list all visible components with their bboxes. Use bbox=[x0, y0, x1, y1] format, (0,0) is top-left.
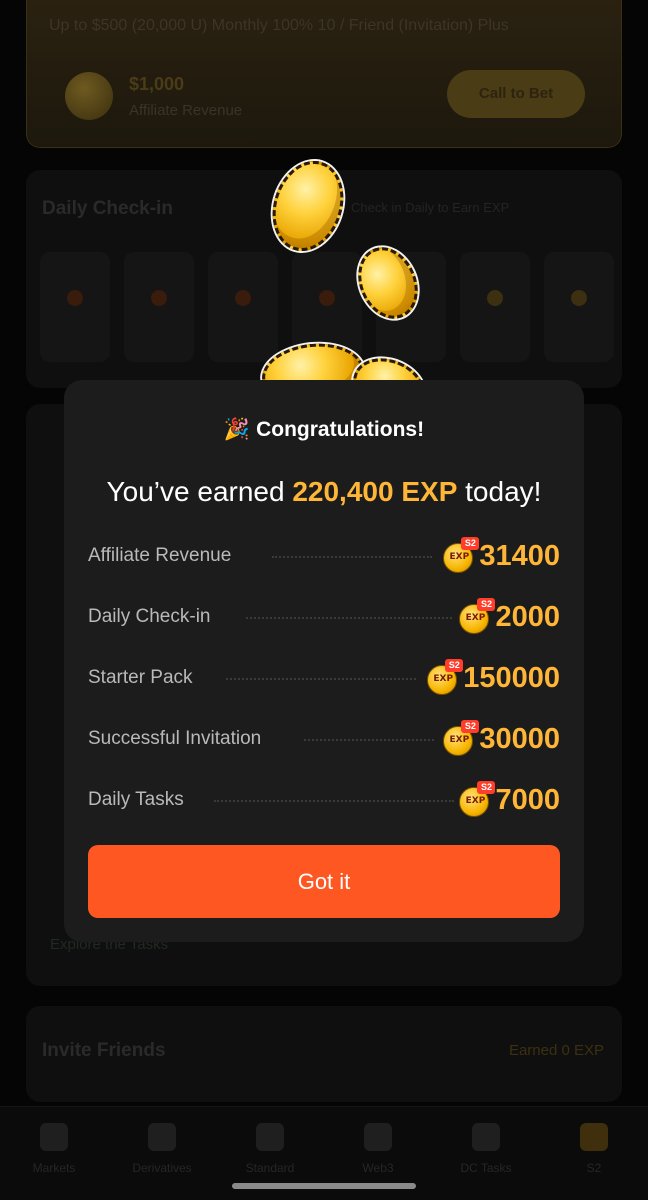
modal-title-text: Congratulations! bbox=[256, 418, 425, 441]
dotted-leader bbox=[226, 678, 416, 680]
reward-amount: EXP S2 30000 bbox=[443, 719, 560, 759]
invite-title: Invite Friends bbox=[42, 1040, 166, 1061]
ticket-icon bbox=[580, 1123, 608, 1151]
nav-item-derivatives[interactable]: Derivatives bbox=[108, 1107, 216, 1200]
reward-amount: EXP S2 31400 bbox=[443, 536, 560, 576]
reward-row: Starter Pack EXP S2 150000 bbox=[88, 658, 560, 698]
gift-icon bbox=[472, 1123, 500, 1151]
banner-subtitle: Affiliate Revenue bbox=[129, 102, 243, 119]
reward-value: 30000 bbox=[479, 722, 560, 755]
affiliate-banner: Up to $500 (20,000 U) Monthly 100% 10 / … bbox=[26, 0, 622, 148]
flame-icon bbox=[319, 290, 335, 306]
coin-icon bbox=[487, 290, 503, 306]
checkin-day bbox=[544, 252, 614, 362]
invite-card: Invite Friends Earned 0 EXP bbox=[26, 1006, 622, 1102]
nav-label: DC Tasks bbox=[460, 1161, 512, 1175]
nav-label: Derivatives bbox=[132, 1161, 192, 1175]
reward-amount: EXP S2 150000 bbox=[427, 658, 560, 698]
invite-earned: Earned 0 EXP bbox=[508, 1042, 604, 1059]
banner-text: Up to $500 (20,000 U) Monthly 100% 10 / … bbox=[49, 17, 509, 34]
reward-value: 150000 bbox=[463, 661, 560, 694]
markets-icon bbox=[40, 1123, 68, 1151]
nav-label: S2 bbox=[586, 1161, 602, 1175]
reward-label: Starter Pack bbox=[88, 667, 193, 688]
reward-label: Daily Check-in bbox=[88, 606, 211, 627]
exp-coin-icon: EXP S2 bbox=[443, 720, 480, 756]
checkin-title: Daily Check-in bbox=[42, 198, 173, 219]
nav-item-s2[interactable]: S2 bbox=[540, 1107, 648, 1200]
nav-label: Markets bbox=[32, 1161, 76, 1175]
exp-coin-icon: EXP S2 bbox=[459, 598, 496, 634]
got-it-button[interactable]: Got it bbox=[88, 845, 560, 918]
dotted-leader bbox=[272, 556, 432, 558]
flame-icon bbox=[151, 290, 167, 306]
banner-amount: $1,000 bbox=[129, 74, 185, 94]
dotted-leader bbox=[246, 617, 452, 619]
checkin-day bbox=[460, 252, 530, 362]
exp-coin-icon: EXP S2 bbox=[427, 659, 464, 695]
exp-coin-icon: EXP S2 bbox=[459, 781, 496, 817]
reward-value: 31400 bbox=[479, 539, 560, 572]
checkin-day bbox=[124, 252, 194, 362]
web3-icon bbox=[364, 1123, 392, 1151]
reward-label: Successful Invitation bbox=[88, 728, 262, 749]
headline-suffix: today! bbox=[465, 476, 542, 507]
headline-amount: 220,400 EXP bbox=[292, 476, 458, 507]
derivatives-icon bbox=[148, 1123, 176, 1151]
reward-row: Affiliate Revenue EXP S2 31400 bbox=[88, 536, 560, 576]
standard-icon bbox=[256, 1123, 284, 1151]
reward-row: Daily Tasks EXP S2 7000 bbox=[88, 780, 560, 820]
nav-item-markets[interactable]: Markets bbox=[0, 1107, 108, 1200]
headline-prefix: You’ve earned bbox=[106, 476, 285, 507]
coin-icon bbox=[65, 72, 113, 120]
reward-label: Daily Tasks bbox=[88, 789, 184, 810]
checkin-link[interactable]: Check in Daily to Earn EXP bbox=[351, 200, 509, 215]
nav-label: Web3 bbox=[362, 1161, 394, 1175]
reward-amount: EXP S2 7000 bbox=[459, 780, 560, 820]
reward-amount: EXP S2 2000 bbox=[459, 597, 560, 637]
nav-item-tasks[interactable]: DC Tasks bbox=[432, 1107, 540, 1200]
reward-value: 2000 bbox=[495, 600, 560, 633]
nav-label: Standard bbox=[245, 1161, 295, 1175]
dotted-leader bbox=[304, 739, 434, 741]
party-popper-icon: 🎉 bbox=[223, 418, 251, 441]
congratulations-modal: 🎉 Congratulations! You’ve earned 220,400 … bbox=[64, 380, 584, 942]
reward-value: 7000 bbox=[495, 783, 560, 816]
home-indicator[interactable] bbox=[232, 1183, 416, 1189]
dotted-leader bbox=[214, 800, 454, 802]
reward-row: Daily Check-in EXP S2 2000 bbox=[88, 597, 560, 637]
checkin-day bbox=[208, 252, 278, 362]
modal-title: 🎉 Congratulations! bbox=[64, 418, 584, 442]
reward-row: Successful Invitation EXP S2 30000 bbox=[88, 719, 560, 759]
checkin-day bbox=[40, 252, 110, 362]
exp-coin-icon: EXP S2 bbox=[443, 537, 480, 573]
flame-icon bbox=[67, 290, 83, 306]
coin-icon bbox=[571, 290, 587, 306]
flame-icon bbox=[235, 290, 251, 306]
banner-button[interactable]: Call to Bet bbox=[447, 70, 585, 118]
earned-headline: You’ve earned 220,400 EXP today! bbox=[64, 476, 584, 508]
reward-label: Affiliate Revenue bbox=[88, 545, 232, 566]
